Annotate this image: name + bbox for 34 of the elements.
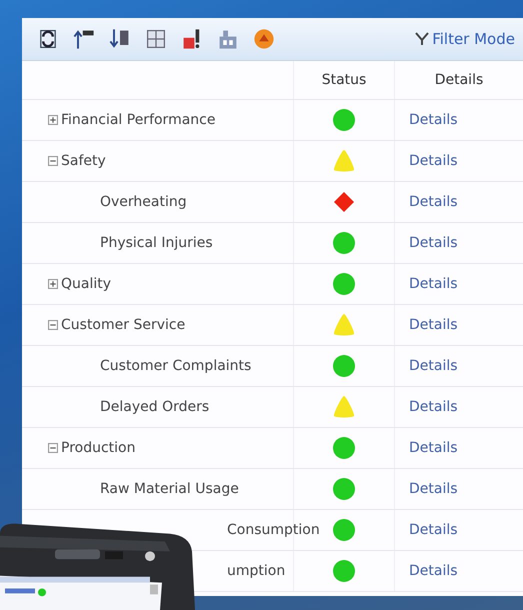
details-link[interactable]: Details (409, 276, 458, 292)
row-label: umption (227, 563, 286, 579)
details-link[interactable]: Details (409, 358, 458, 374)
details-link[interactable]: Details (409, 522, 458, 538)
filter-mode-link[interactable]: Filter Mode (415, 30, 515, 48)
details-link[interactable]: Details (409, 399, 458, 415)
expand-icon[interactable] (48, 279, 58, 289)
row-label: Financial Performance (61, 112, 216, 128)
row-label: Customer Service (61, 317, 186, 333)
row-label: Safety (61, 153, 106, 169)
column-header: Status (322, 72, 366, 88)
grid-icon[interactable] (144, 27, 168, 51)
row-label: Consumption (227, 522, 320, 538)
collapse-icon[interactable] (48, 156, 58, 166)
column-header: Details (434, 72, 484, 88)
details-link[interactable]: Details (409, 112, 458, 128)
row-label: Physical Injuries (100, 235, 213, 251)
details-link[interactable]: Details (409, 563, 458, 579)
details-link[interactable]: Details (409, 317, 458, 333)
details-link[interactable]: Details (409, 194, 458, 210)
details-link[interactable]: Details (409, 481, 458, 497)
row-label: Quality (61, 276, 112, 292)
row-label: Delayed Orders (100, 399, 210, 415)
details-link[interactable]: Details (409, 235, 458, 251)
collapse-icon[interactable] (48, 443, 58, 453)
row-label: Raw Material Usage (100, 481, 239, 497)
filter-icon (415, 32, 430, 46)
details-link[interactable]: Details (409, 440, 458, 456)
row-label: Customer Complaints (100, 358, 252, 374)
details-link[interactable]: Details (409, 153, 458, 169)
row-label: Production (61, 440, 136, 456)
row-label: Overheating (100, 194, 187, 210)
collapse-icon[interactable] (48, 320, 58, 330)
expand-icon[interactable] (48, 115, 58, 125)
